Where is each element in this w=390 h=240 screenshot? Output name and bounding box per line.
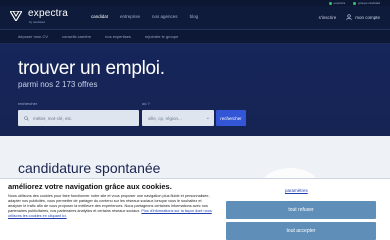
cookie-text: Nous utilisons des cookies pour faire fo… xyxy=(8,194,216,219)
signup-link[interactable]: s'inscrire xyxy=(319,15,337,20)
search-icon xyxy=(24,115,29,121)
logo-icon[interactable] xyxy=(10,11,22,21)
keyword-placeholder: métier, mot-clé, etc. xyxy=(33,115,73,121)
chevron-down-icon: ⌄ xyxy=(205,115,210,121)
logo-subtitle: by randstad xyxy=(29,20,45,24)
subnav-rejoindre[interactable]: rejoindre le groupe xyxy=(145,34,178,39)
refuse-all-button[interactable]: tout refuser xyxy=(226,201,376,219)
site-header: expectra by randstad candidat entreprise… xyxy=(0,6,390,30)
logo-text[interactable]: expectra xyxy=(28,8,68,19)
search-button[interactable]: rechercher xyxy=(216,110,246,126)
keyword-input[interactable]: métier, mot-clé, etc. xyxy=(18,110,139,126)
top-link-expectra[interactable]: expectra xyxy=(328,1,346,5)
cookie-title: améliorez votre navigation grâce aux coo… xyxy=(8,182,172,191)
top-link-randstad[interactable]: groupe randstad xyxy=(353,1,380,5)
cookie-banner: améliorez votre navigation grâce aux coo… xyxy=(0,178,390,240)
hero-subtitle: parmi nos 2 173 offres xyxy=(18,80,98,89)
nav-blog[interactable]: blog xyxy=(190,14,199,19)
nav-agences[interactable]: nos agences xyxy=(152,14,178,19)
what-label: rechercher xyxy=(18,101,38,106)
sub-nav: déposer mon CV conseils carrière nos exp… xyxy=(0,30,390,44)
nav-candidat[interactable]: candidat xyxy=(91,14,108,19)
main-nav: candidat entreprise nos agences blog xyxy=(91,14,198,19)
account-label: mon compte xyxy=(355,14,380,20)
hero-title: trouver un emploi. xyxy=(18,58,165,79)
account-link[interactable]: mon compte xyxy=(346,14,380,20)
header-actions: s'inscrire mon compte xyxy=(319,14,380,20)
location-input[interactable]: ville, cp, région... ⌄ xyxy=(142,110,214,126)
nav-entreprise[interactable]: entreprise xyxy=(120,14,140,19)
status-dot-icon xyxy=(353,1,357,5)
user-icon xyxy=(346,14,352,20)
spontaneous-title: candidature spontanée xyxy=(18,160,161,176)
cookie-settings-link[interactable]: paramètres xyxy=(285,188,308,193)
where-label: où ? xyxy=(142,101,150,106)
top-link-label: groupe randstad xyxy=(358,1,380,5)
status-dot-icon xyxy=(328,1,332,5)
hero-section: trouver un emploi. parmi nos 2 173 offre… xyxy=(0,44,390,136)
subnav-expertises[interactable]: nos expertises xyxy=(105,34,131,39)
location-placeholder: ville, cp, région... xyxy=(148,115,182,121)
subnav-deposer-cv[interactable]: déposer mon CV xyxy=(18,34,48,39)
top-link-label: expectra xyxy=(333,1,346,5)
accept-all-button[interactable]: tout accepter xyxy=(226,222,376,240)
subnav-conseils[interactable]: conseils carrière xyxy=(62,34,91,39)
